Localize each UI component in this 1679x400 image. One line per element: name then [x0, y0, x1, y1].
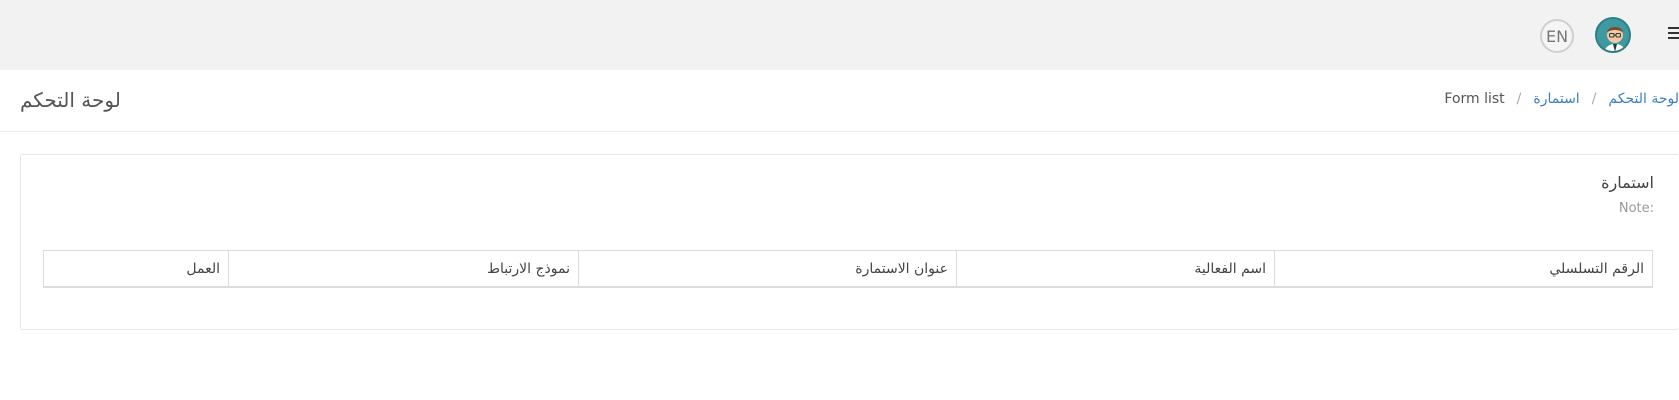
- column-header-link-form[interactable]: نموذج الارتباط: [228, 251, 578, 286]
- language-toggle-button[interactable]: EN: [1540, 19, 1574, 53]
- column-header-event-name[interactable]: اسم الفعالية: [956, 251, 1274, 286]
- breadcrumb-form-link[interactable]: استمارة: [1533, 91, 1579, 107]
- column-header-serial[interactable]: الرقم التسلسلي: [1274, 251, 1652, 286]
- breadcrumb: لوحة التحكم / استمارة / Form list: [1444, 91, 1679, 107]
- avatar-icon: [1597, 19, 1629, 51]
- breadcrumb-dashboard-link[interactable]: لوحة التحكم: [1608, 91, 1679, 107]
- card-note: Note:: [1618, 201, 1654, 216]
- breadcrumb-separator: /: [1516, 91, 1522, 107]
- column-header-action[interactable]: العمل: [44, 251, 228, 286]
- column-header-form-title[interactable]: عنوان الاستمارة: [578, 251, 956, 286]
- breadcrumb-current: Form list: [1444, 91, 1505, 107]
- page-header: لوحة التحكم لوحة التحكم / استمارة / Form…: [0, 70, 1679, 132]
- card-title: استمارة: [1601, 173, 1654, 192]
- top-navbar: EN: [0, 0, 1679, 70]
- forms-table-header: الرقم التسلسلي اسم الفعالية عنوان الاستم…: [43, 250, 1653, 288]
- page-title: لوحة التحكم: [20, 88, 121, 112]
- form-card: استمارة Note: الرقم التسلسلي اسم الفعالي…: [20, 154, 1679, 330]
- breadcrumb-separator: /: [1591, 91, 1597, 107]
- user-avatar[interactable]: [1595, 17, 1631, 53]
- hamburger-menu-icon[interactable]: [1668, 22, 1679, 44]
